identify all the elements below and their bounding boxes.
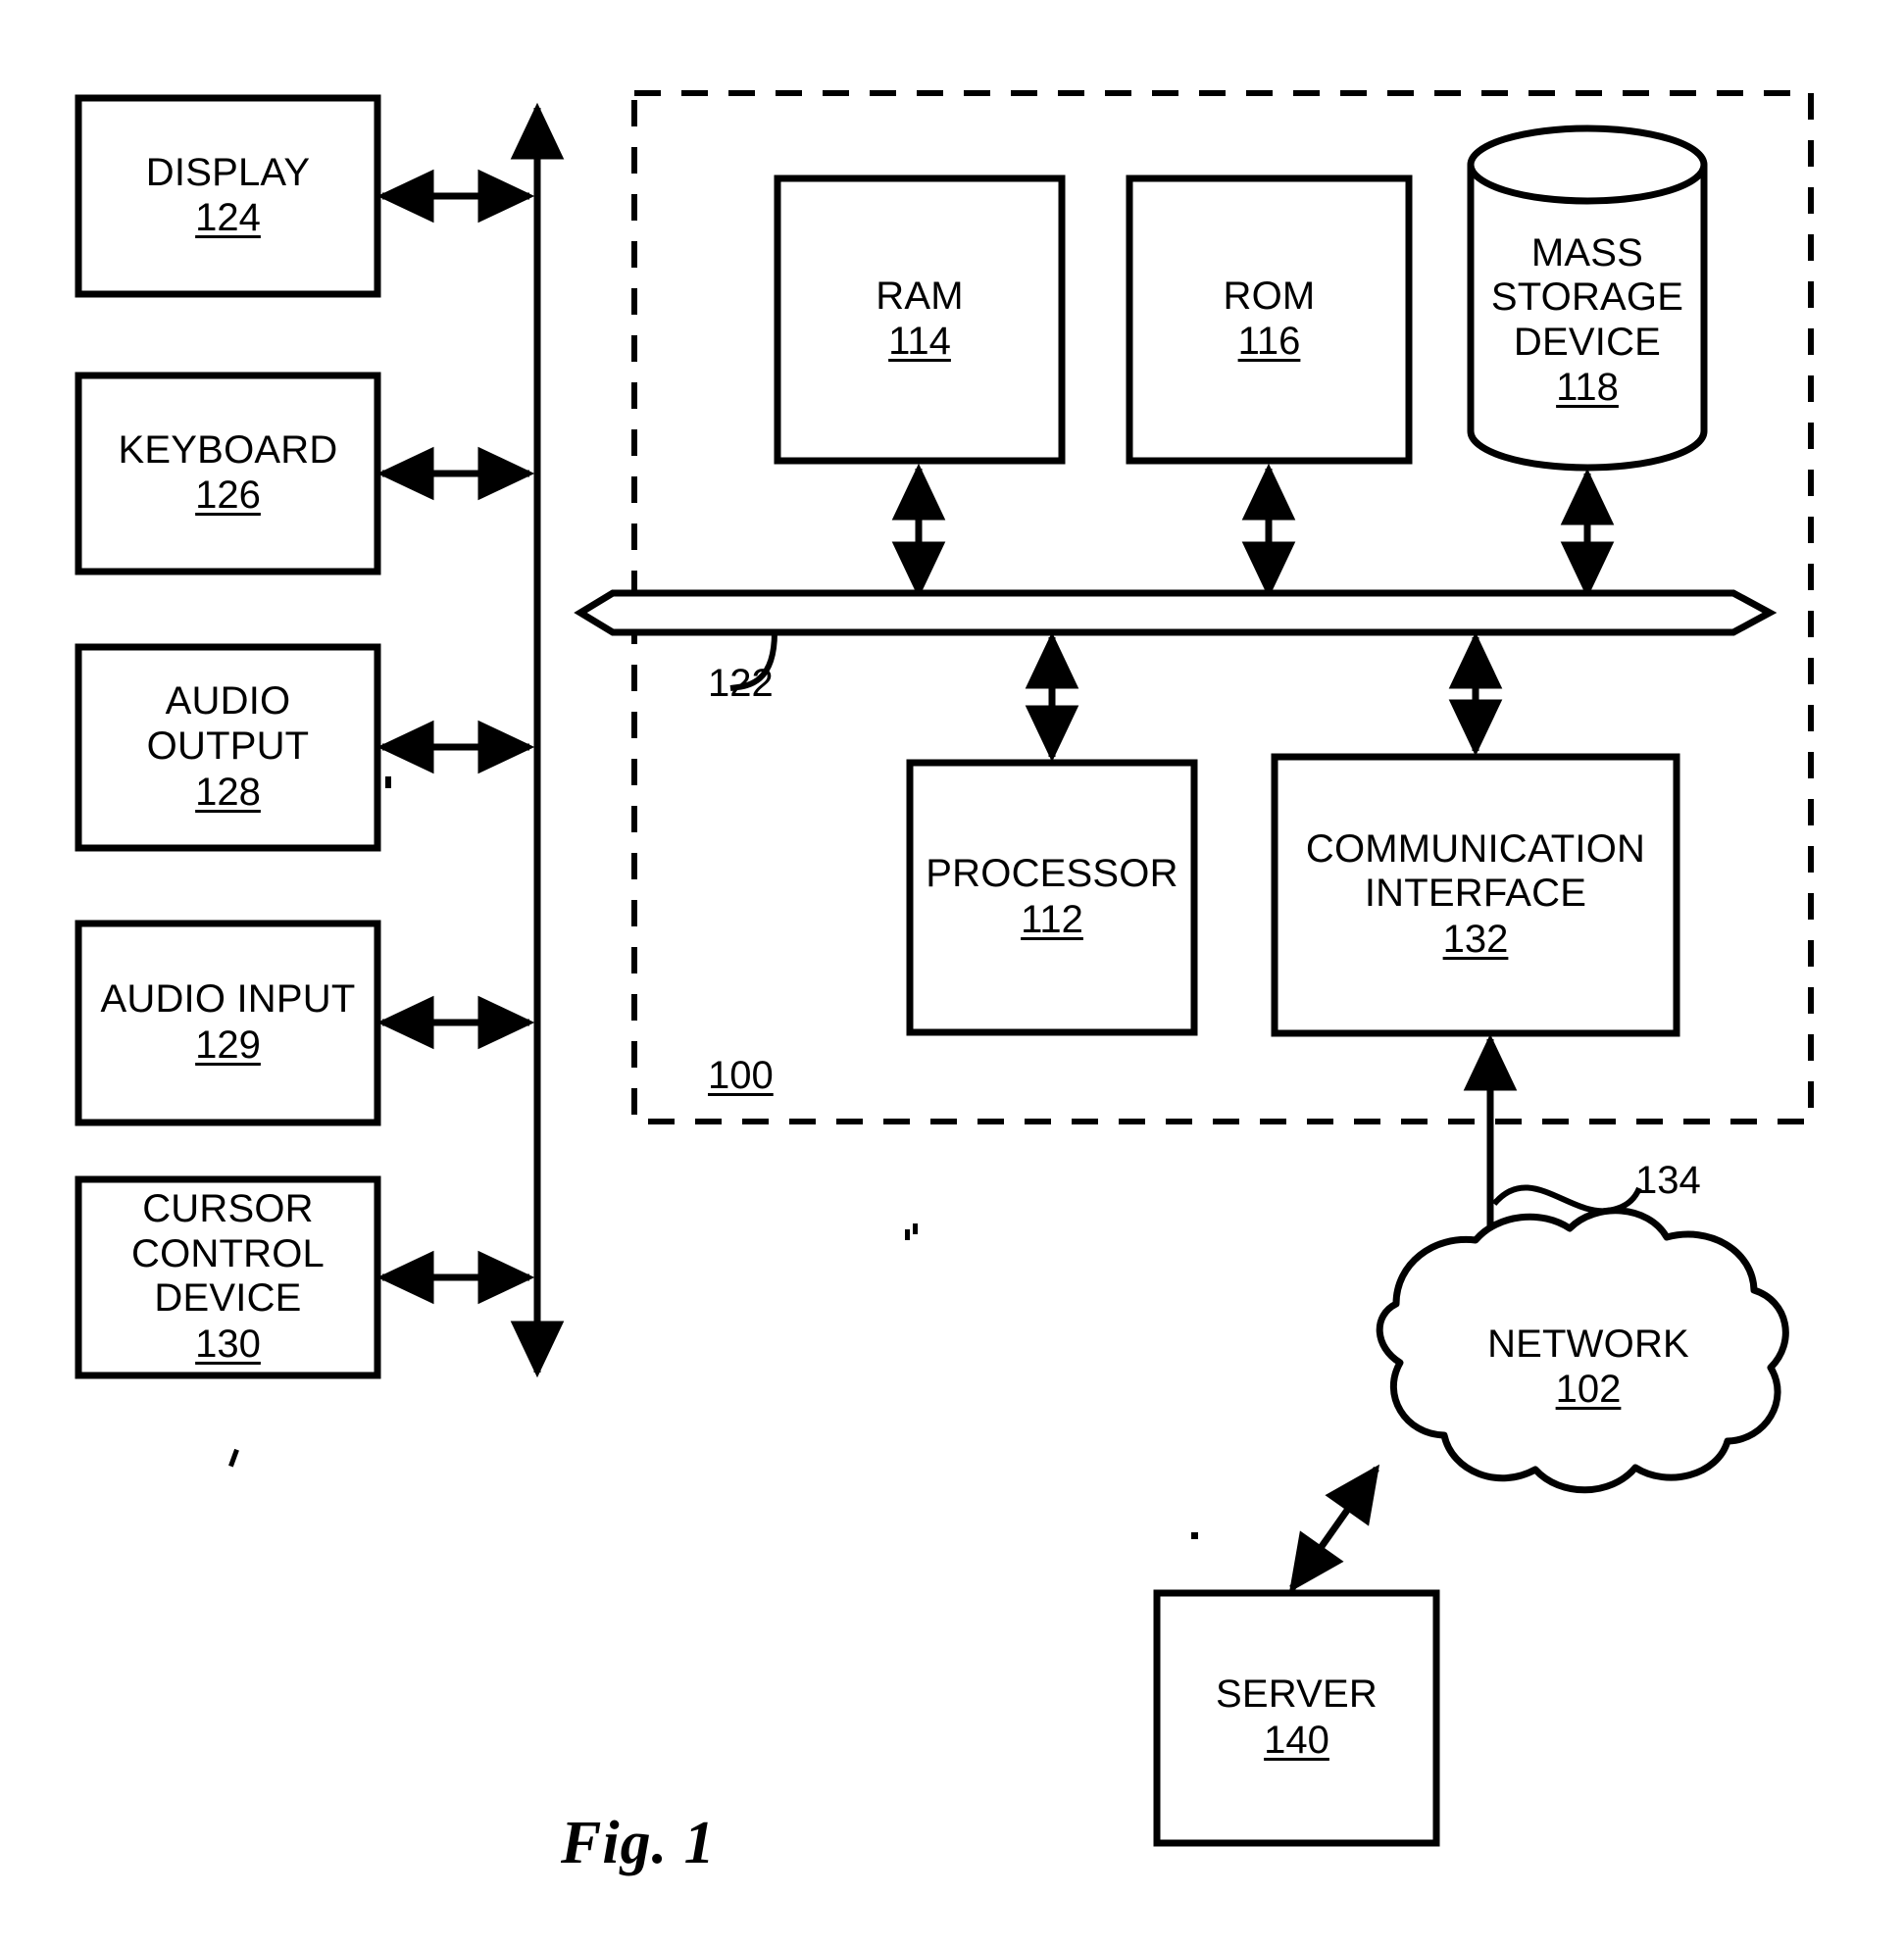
system-bus-bar xyxy=(574,589,1778,636)
network-cloud xyxy=(1376,1207,1789,1494)
processor-box xyxy=(906,759,1198,1036)
audio-output-box xyxy=(75,643,381,852)
display-box xyxy=(75,94,381,298)
keyboard-box xyxy=(75,372,381,575)
audio-input-box xyxy=(75,920,381,1126)
system-ref-number: 100 xyxy=(708,1054,774,1097)
bus-ref-number: 122 xyxy=(708,662,774,705)
diagram-canvas xyxy=(75,90,1814,1847)
communication-interface-box xyxy=(1271,753,1680,1037)
rom-box xyxy=(1126,175,1413,465)
server-network-arrow xyxy=(1288,1464,1380,1593)
mass-storage-device-cylinder xyxy=(1467,125,1708,472)
network-link-ref-number: 134 xyxy=(1635,1159,1701,1202)
patent-figure-page: DISPLAY 124 KEYBOARD 126 AUDIO OUTPUT 12… xyxy=(0,0,1904,1946)
cursor-control-device-box xyxy=(75,1175,381,1379)
figure-caption: Fig. 1 xyxy=(561,1810,716,1876)
server-box xyxy=(1153,1589,1440,1847)
ram-box xyxy=(774,175,1066,465)
